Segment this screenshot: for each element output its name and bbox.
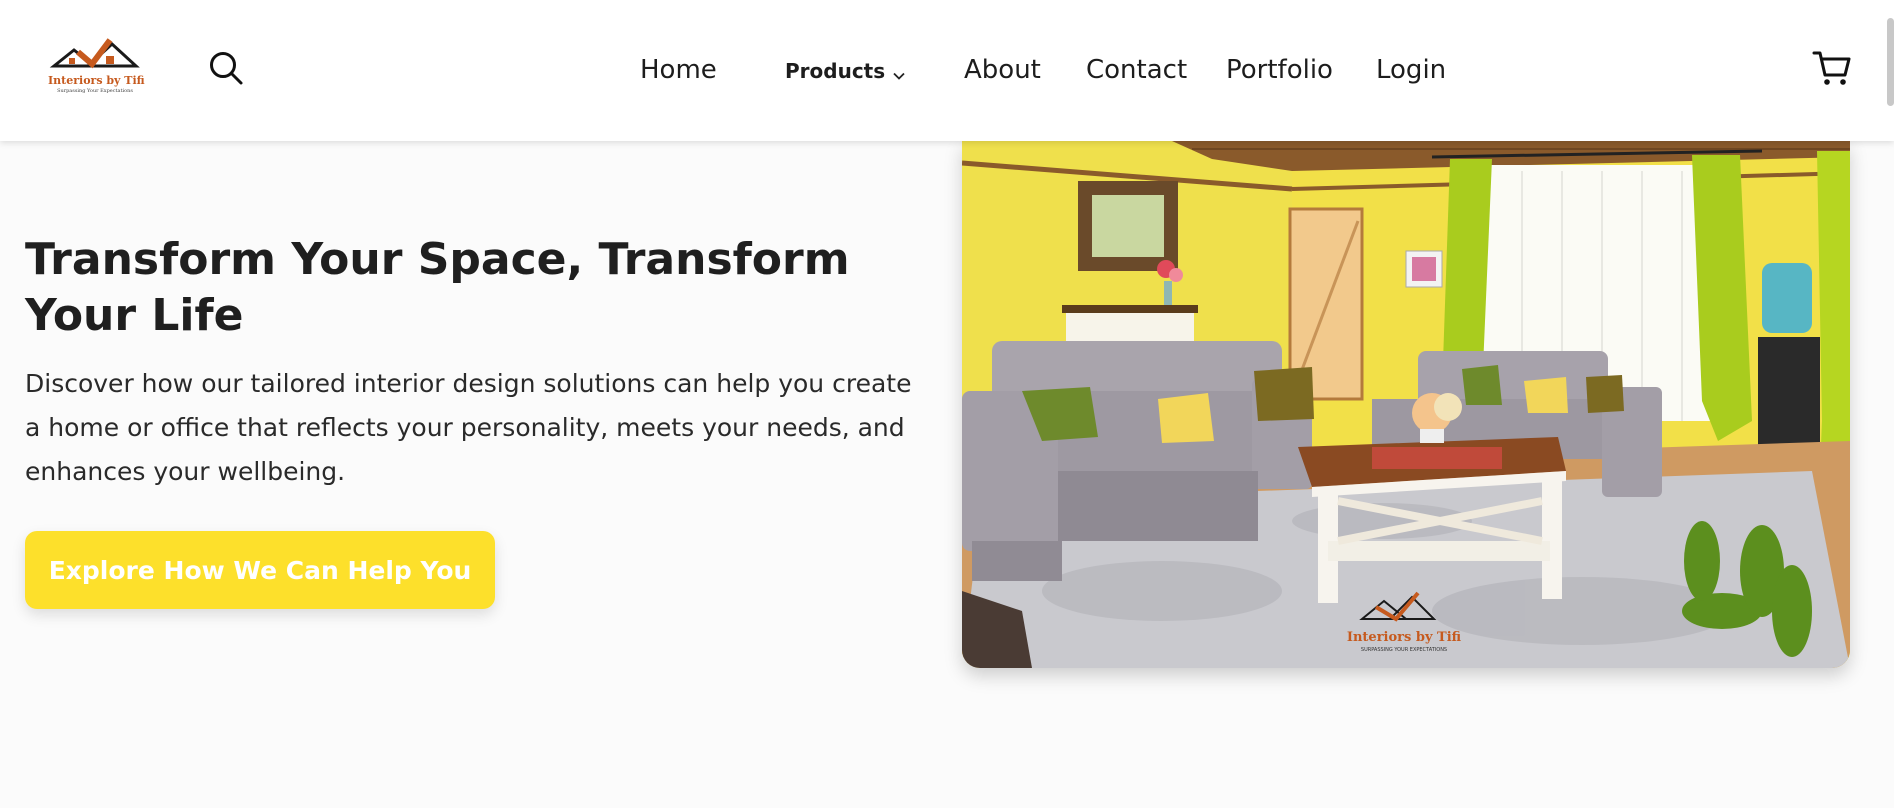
nav-login[interactable]: Login xyxy=(1376,52,1446,88)
hero-description: Discover how our tailored interior desig… xyxy=(25,369,912,486)
nav-contact[interactable]: Contact xyxy=(1086,52,1187,88)
hero-text: Transform Your Space, Transform Your Lif… xyxy=(25,232,925,494)
watermark-tagline: SURPASSING YOUR EXPECTATIONS xyxy=(1361,647,1447,653)
site-header: Interiors by Tifi Surpassing Your Expect… xyxy=(0,0,1894,141)
nav-about[interactable]: About xyxy=(964,52,1041,88)
nav-products[interactable]: Products xyxy=(785,56,905,88)
scrollbar[interactable] xyxy=(1887,18,1894,106)
watermark-name: Interiors by Tifi xyxy=(1347,630,1462,645)
nav-portfolio[interactable]: Portfolio xyxy=(1226,52,1333,88)
hero-image-living-room: Interiors by Tifi SURPASSING YOUR EXPECT… xyxy=(962,141,1850,668)
nav-products-label: Products xyxy=(785,59,886,83)
search-icon xyxy=(210,52,243,85)
chevron-down-icon xyxy=(893,58,905,88)
house-logo-icon xyxy=(49,38,140,69)
cart-button[interactable] xyxy=(1812,48,1852,88)
logo-name: Interiors by Tifi xyxy=(48,74,145,87)
hero-title: Transform Your Space, Transform Your Lif… xyxy=(25,234,850,341)
logo-tagline: Surpassing Your Expectations xyxy=(57,88,133,94)
nav-home[interactable]: Home xyxy=(640,52,717,88)
search-button[interactable] xyxy=(208,50,244,86)
explore-help-button[interactable]: Explore How We Can Help You xyxy=(25,531,495,609)
cart-icon xyxy=(1812,51,1851,85)
site-logo[interactable]: Interiors by Tifi Surpassing Your Expect… xyxy=(48,36,145,98)
